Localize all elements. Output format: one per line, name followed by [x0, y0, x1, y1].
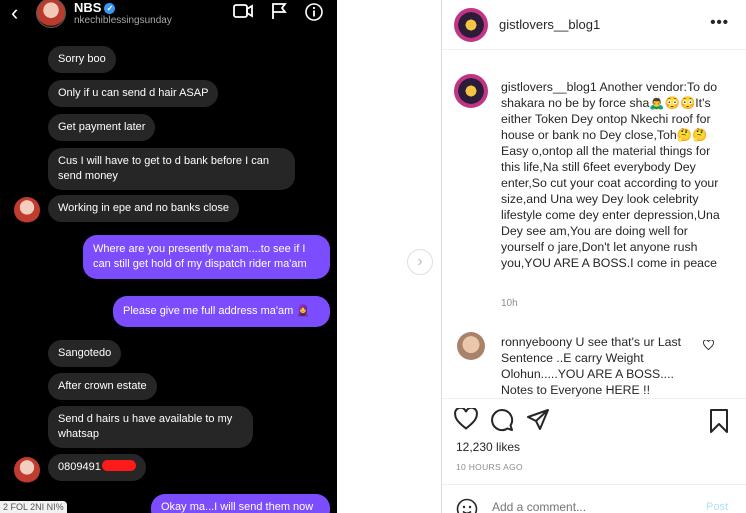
back-chevron-icon[interactable]: ‹ — [11, 2, 18, 24]
caption-text: Another vendor:To do shakara no be by fo… — [501, 80, 720, 270]
share-paper-plane-icon[interactable] — [526, 408, 550, 432]
comment: ronnyeboony U see that's ur Last Sentenc… — [501, 334, 701, 398]
commenter-avatar[interactable] — [457, 332, 485, 360]
post-timestamp[interactable]: 10 HOURS AGO — [456, 462, 523, 472]
video-call-icon[interactable] — [233, 3, 253, 19]
carousel-next-button[interactable]: › — [407, 249, 433, 275]
comment-bubble-icon[interactable] — [490, 408, 514, 432]
screenshot-root: ‹ NBS ✓ nkechiblessingsunday Sorry boo On… — [0, 0, 746, 513]
contact-avatar[interactable] — [36, 0, 66, 28]
message-bubble: Send d hairs u have available to my what… — [48, 406, 253, 448]
dm-header: ‹ NBS ✓ nkechiblessingsunday — [0, 0, 337, 28]
verified-badge-icon: ✓ — [104, 3, 116, 14]
caption-timestamp[interactable]: 10h — [501, 298, 518, 309]
add-comment-input[interactable] — [492, 500, 692, 513]
phone-number-partial: 0809491 — [58, 461, 101, 473]
post-header: gistlovers__blog1 ••• — [442, 0, 746, 50]
actions-divider — [442, 398, 746, 399]
message-bubble-outgoing: Where are you presently ma'am....to see … — [83, 235, 330, 279]
message-bubble: Get payment later — [48, 114, 156, 141]
post-caption: gistlovers__blog1 Another vendor:To do s… — [501, 79, 721, 271]
corner-stamp: 2 FOL 2NI NI% — [0, 501, 67, 513]
caption-avatar[interactable] — [454, 74, 488, 108]
caption-username[interactable]: gistlovers__blog1 — [501, 80, 597, 94]
info-icon[interactable] — [305, 3, 323, 21]
message-bubble-outgoing: Please give me full address ma'am 🧕 — [113, 296, 330, 327]
post-actions — [454, 408, 550, 432]
message-bubble: Working in epe and no banks close — [48, 195, 240, 222]
comment-like-icon[interactable] — [703, 340, 714, 350]
contact-avatar-small — [14, 457, 40, 483]
emoji-icon[interactable] — [456, 498, 478, 513]
message-bubble: Only if u can send d hair ASAP — [48, 80, 219, 107]
post-comment-button[interactable]: Post — [706, 501, 728, 513]
comment-box-divider — [442, 484, 746, 485]
likes-count[interactable]: 12,230 likes — [456, 440, 520, 454]
message-bubble: Sorry boo — [48, 46, 116, 73]
redaction-scribble — [101, 460, 136, 471]
message-bubble: Cus I will have to get to d bank before … — [48, 148, 295, 190]
contact-name: NBS ✓ — [74, 0, 116, 15]
more-options-icon[interactable]: ••• — [710, 14, 729, 31]
flag-icon[interactable] — [271, 3, 287, 20]
message-bubble: 0809491 — [48, 454, 146, 481]
post-panel: gistlovers__blog1 ••• gistlovers__blog1 … — [441, 0, 746, 513]
save-bookmark-icon[interactable] — [709, 409, 729, 433]
comment-username[interactable]: ronnyeboony — [501, 335, 572, 349]
dm-header-actions — [233, 3, 323, 21]
contact-handle: nkechiblessingsunday — [74, 15, 172, 26]
message-bubble-outgoing: Okay ma...I will send them now — [151, 494, 330, 513]
like-heart-icon[interactable] — [454, 408, 478, 430]
contact-avatar-small — [14, 197, 40, 223]
poster-username[interactable]: gistlovers__blog1 — [499, 17, 600, 32]
message-bubble: After crown estate — [48, 373, 157, 400]
poster-avatar[interactable] — [454, 8, 488, 42]
dm-screenshot: ‹ NBS ✓ nkechiblessingsunday Sorry boo On… — [0, 0, 337, 513]
message-bubble: Sangotedo — [48, 340, 122, 367]
